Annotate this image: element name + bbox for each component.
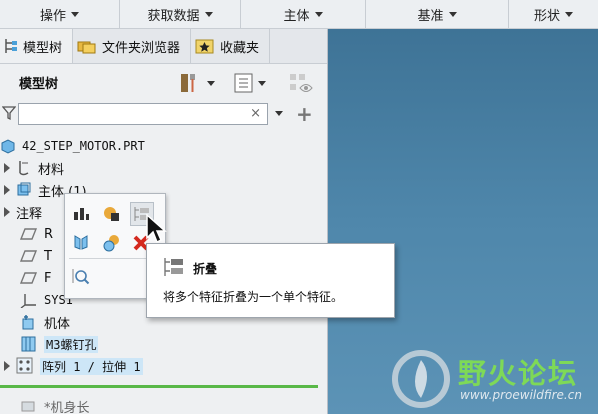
tab-label: 收藏夹 [220,40,260,56]
pattern-icon [16,357,33,374]
datum-plane-icon [20,250,38,262]
ribbon-group-shape[interactable]: 形状 [509,0,598,28]
expand-arrow-icon[interactable] [4,163,10,173]
tree-show-button[interactable] [233,72,266,94]
tree-item-m3-hole[interactable]: M3螺钉孔 [20,333,99,355]
tab-label: 文件夹浏览器 [102,40,181,56]
datum-plane-icon [20,272,38,284]
suppress-icon [103,235,119,252]
part-icon [1,139,15,154]
chevron-down-icon [565,11,573,17]
edit-dimensions-icon [74,208,89,220]
expand-arrow-icon[interactable] [4,185,10,195]
tree-item-label: F [44,270,52,286]
search-row: × + [0,100,327,130]
suppress-button[interactable] [100,232,122,254]
ribbon-group-operations[interactable]: 操作 [0,0,120,28]
expand-arrow-icon[interactable] [4,207,10,217]
ribbon-group-body[interactable]: 主体 [241,0,366,28]
chevron-down-icon [448,11,457,17]
csys-icon [20,294,36,308]
tree-item-label: R [44,226,54,242]
ribbon-group-datum[interactable]: 基准 [366,0,509,28]
navigator-tabs: 模型树 文件夹浏览器 收藏夹 [0,29,327,64]
watermark-text: 野火论坛 [458,357,579,390]
tree-item-datum-f[interactable]: F [20,267,51,289]
mirror-button[interactable] [70,232,92,254]
tooltip-title: 折叠 [193,262,218,276]
chevron-down-icon [204,11,213,17]
clear-icon[interactable]: × [250,106,261,121]
feature-icon [22,315,34,330]
datum-plane-icon [20,228,38,240]
hide-visibility-icon [290,74,313,92]
folder-icon [77,41,96,54]
tree-item-part[interactable]: 42_STEP_MOTOR.PRT [0,135,145,157]
insert-indicator [0,385,318,388]
tree-item-label: 阵列 1 / 拉伸 1 [40,357,143,375]
tree-item-label: T [44,248,52,264]
tree-item-label: 注释 [16,206,43,222]
favorites-icon [195,39,214,54]
material-icon [19,161,29,176]
add-icon[interactable]: + [296,102,313,126]
tree-item-body-feature[interactable]: 机体 [20,311,70,333]
ribbon-group-label: 形状 [533,8,560,24]
tree-item-material[interactable]: 材料 [4,157,64,179]
collapse-icon [164,258,183,276]
tab-favorites[interactable]: 收藏夹 [191,29,271,63]
watermark: 野火论坛 www.proewildfire.cn [388,346,598,414]
tree-item-label: *机身长 [44,400,90,414]
chevron-down-icon [71,11,79,17]
watermark-logo-icon [392,350,450,408]
tree-item-extrude[interactable]: *机身长 [20,395,90,414]
extrude-icon [21,401,35,412]
model-tree-icon [5,39,17,53]
ribbon-group-bar: 操作 获取数据 主体 基准 形状 [0,0,598,29]
ribbon-group-label: 主体 [283,8,310,24]
edit-definition-button[interactable] [100,202,122,224]
filter-icon[interactable] [2,105,16,121]
tree-item-label: M3螺钉孔 [44,335,99,353]
tree-item-annotation[interactable]: 注释 [4,201,42,223]
tab-folder-browser[interactable]: 文件夹浏览器 [73,29,192,63]
chevron-down-icon [207,80,215,86]
zoom-info-icon [72,269,90,285]
tree-visibility-button[interactable] [288,72,314,94]
tooltip-description: 将多个特征折叠为一个单个特征。 [163,290,344,304]
tree-item-datum-r[interactable]: R [20,223,53,245]
search-options-chevron-icon[interactable] [275,111,283,116]
body-icon [17,182,31,196]
chevron-down-icon [258,80,266,86]
tree-item-label: 42_STEP_MOTOR.PRT [22,139,145,153]
edit-definition-icon [104,207,119,221]
tab-model-tree[interactable]: 模型树 [0,29,74,63]
expand-arrow-icon[interactable] [4,361,10,371]
tree-item-datum-t[interactable]: T [20,245,52,267]
ribbon-group-get-data[interactable]: 获取数据 [120,0,241,28]
search-input[interactable] [23,105,247,125]
edit-dimensions-button[interactable] [70,202,92,224]
tools-icon [181,74,195,92]
list-icon [234,73,253,93]
search-field[interactable]: × [18,103,268,125]
tab-label: 模型树 [23,40,63,56]
tree-item-label: 材料 [38,162,65,178]
tree-item-pattern[interactable]: 阵列 1 / 拉伸 1 [4,355,143,377]
hole-icon [21,336,36,352]
ribbon-group-label: 获取数据 [147,8,200,24]
tree-toolbar: 模型树 [0,64,327,100]
ribbon-group-label: 基准 [417,8,444,24]
watermark-url: www.proewildfire.cn [460,388,582,402]
ribbon-group-label: 操作 [39,8,66,24]
tree-title: 模型树 [19,77,59,92]
chevron-down-icon [314,11,323,17]
info-button[interactable] [70,266,92,288]
tree-item-label: 机体 [44,316,71,332]
tree-settings-button[interactable] [178,72,215,94]
mirror-icon [74,235,88,250]
tooltip: 折叠 将多个特征折叠为一个单个特征。 [146,243,395,318]
